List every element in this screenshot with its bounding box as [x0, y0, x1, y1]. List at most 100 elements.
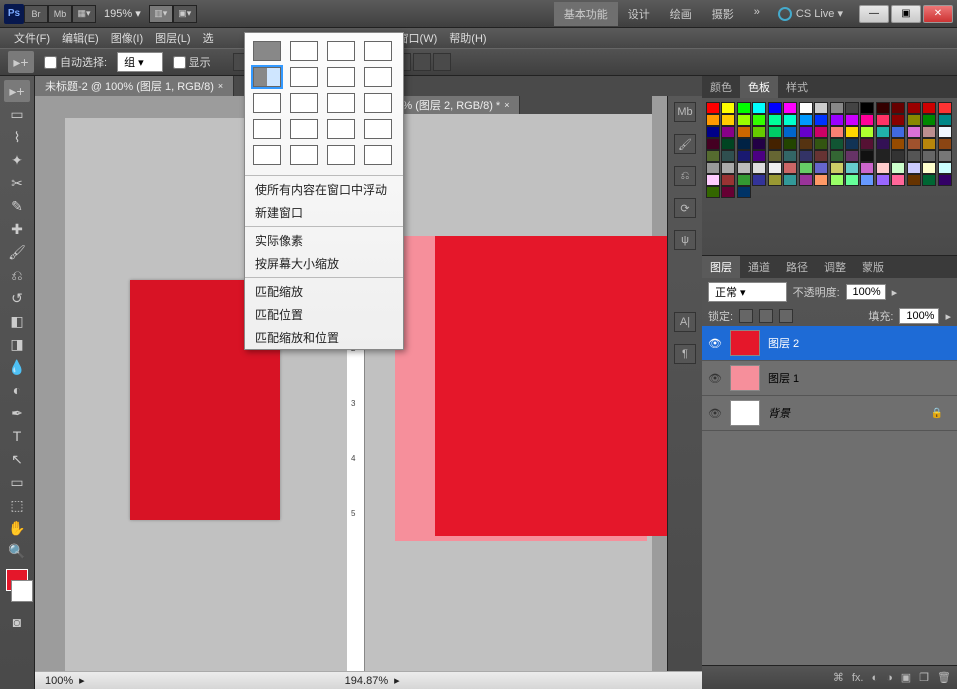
- panel-tab-layers[interactable]: 图层: [702, 256, 740, 278]
- swatch[interactable]: [845, 138, 859, 150]
- swatch[interactable]: [737, 138, 751, 150]
- swatch[interactable]: [721, 126, 735, 138]
- fit-screen-item[interactable]: 按屏幕大小缩放: [245, 252, 403, 275]
- swatch[interactable]: [891, 102, 905, 114]
- screenmode-button[interactable]: ▣▾: [173, 5, 197, 23]
- clone-panel-icon[interactable]: ⎌: [674, 166, 696, 186]
- swatch[interactable]: [907, 174, 921, 186]
- panel-tab-masks[interactable]: 蒙版: [854, 256, 892, 278]
- maximize-button[interactable]: ▣: [891, 5, 921, 23]
- actual-pixels-item[interactable]: 实际像素: [245, 229, 403, 252]
- background-swatch[interactable]: [11, 580, 33, 602]
- swatch[interactable]: [721, 114, 735, 126]
- swatch[interactable]: [814, 174, 828, 186]
- swatch[interactable]: [721, 150, 735, 162]
- swatch[interactable]: [907, 114, 921, 126]
- swatch[interactable]: [845, 150, 859, 162]
- new-window-item[interactable]: 新建窗口: [245, 201, 403, 224]
- new-layer-icon[interactable]: ❐: [919, 671, 929, 684]
- visibility-icon[interactable]: 👁: [708, 337, 722, 350]
- layout-button[interactable]: ▦▾: [72, 5, 96, 23]
- swatch[interactable]: [706, 150, 720, 162]
- swatch[interactable]: [721, 102, 735, 114]
- swatch[interactable]: [907, 150, 921, 162]
- swatch[interactable]: [706, 138, 720, 150]
- swatch[interactable]: [938, 150, 952, 162]
- swatch[interactable]: [783, 114, 797, 126]
- swatch[interactable]: [752, 102, 766, 114]
- layer-row[interactable]: 👁背景🔒: [702, 396, 957, 431]
- swatch[interactable]: [891, 126, 905, 138]
- workspace-photo[interactable]: 摄影: [702, 2, 744, 26]
- arrange-opt-6[interactable]: [290, 67, 318, 87]
- swatch[interactable]: [706, 162, 720, 174]
- close-icon[interactable]: ×: [218, 81, 223, 91]
- group-icon[interactable]: ▣: [901, 671, 911, 684]
- swatch[interactable]: [814, 162, 828, 174]
- swatch[interactable]: [783, 102, 797, 114]
- char-panel-icon[interactable]: A|: [674, 312, 696, 332]
- swatch[interactable]: [737, 102, 751, 114]
- arrange-button[interactable]: ▥▾: [149, 5, 173, 23]
- layer-row[interactable]: 👁图层 2: [702, 326, 957, 361]
- swatch[interactable]: [907, 102, 921, 114]
- menu-edit[interactable]: 编辑(E): [56, 30, 105, 46]
- swatch[interactable]: [938, 174, 952, 186]
- swatch[interactable]: [845, 126, 859, 138]
- swatch[interactable]: [783, 138, 797, 150]
- menu-file[interactable]: 文件(F): [8, 30, 56, 46]
- swatch[interactable]: [721, 186, 735, 198]
- swatch[interactable]: [830, 102, 844, 114]
- show-transform-checkbox[interactable]: 显示: [173, 54, 211, 70]
- swatch[interactable]: [752, 162, 766, 174]
- swatch[interactable]: [706, 114, 720, 126]
- crop-tool[interactable]: ✂: [4, 172, 30, 194]
- swatch[interactable]: [891, 162, 905, 174]
- history-panel-icon[interactable]: ⟳: [674, 198, 696, 218]
- swatch[interactable]: [737, 126, 751, 138]
- workspace-essentials[interactable]: 基本功能: [554, 2, 618, 26]
- swatch[interactable]: [891, 114, 905, 126]
- zoom-tool[interactable]: 🔍: [4, 540, 30, 562]
- menu-help[interactable]: 帮助(H): [443, 30, 492, 46]
- lock-position-icon[interactable]: [759, 309, 773, 323]
- swatch[interactable]: [799, 174, 813, 186]
- blur-tool[interactable]: 💧: [4, 356, 30, 378]
- opacity-input[interactable]: 100%: [846, 284, 886, 300]
- menu-layer[interactable]: 图层(L): [149, 30, 196, 46]
- swatch[interactable]: [830, 138, 844, 150]
- swatch[interactable]: [721, 174, 735, 186]
- swatch[interactable]: [891, 138, 905, 150]
- blend-mode-select[interactable]: 正常 ▾: [708, 282, 787, 302]
- link-layers-icon[interactable]: ⌘: [833, 671, 844, 684]
- swatch[interactable]: [876, 126, 890, 138]
- swatch[interactable]: [922, 138, 936, 150]
- swatch[interactable]: [860, 126, 874, 138]
- fill-adjust-icon[interactable]: ◑: [886, 672, 893, 684]
- workspace-more[interactable]: »: [744, 2, 770, 26]
- swatch[interactable]: [768, 102, 782, 114]
- float-all-item[interactable]: 使所有内容在窗口中浮动: [245, 178, 403, 201]
- arrange-opt-16[interactable]: [364, 119, 392, 139]
- panel-tab-adjust[interactable]: 调整: [816, 256, 854, 278]
- arrange-opt-10[interactable]: [290, 93, 318, 113]
- menu-select[interactable]: 选: [197, 30, 220, 46]
- swatch[interactable]: [845, 114, 859, 126]
- swatch[interactable]: [938, 138, 952, 150]
- swatch[interactable]: [752, 114, 766, 126]
- swatch[interactable]: [706, 174, 720, 186]
- auto-select-checkbox[interactable]: 自动选择:: [44, 54, 107, 70]
- mb-icon[interactable]: Mb: [674, 102, 696, 122]
- layer-thumb[interactable]: [730, 330, 760, 356]
- match-location-item[interactable]: 匹配位置: [245, 303, 403, 326]
- swatch[interactable]: [922, 174, 936, 186]
- gradient-tool[interactable]: ◨: [4, 333, 30, 355]
- swatch[interactable]: [938, 102, 952, 114]
- workspace-design[interactable]: 设计: [618, 2, 660, 26]
- swatch[interactable]: [814, 150, 828, 162]
- workspace-paint[interactable]: 绘画: [660, 2, 702, 26]
- swatch[interactable]: [814, 126, 828, 138]
- visibility-icon[interactable]: 👁: [708, 407, 722, 420]
- swatch[interactable]: [814, 138, 828, 150]
- swatch[interactable]: [907, 162, 921, 174]
